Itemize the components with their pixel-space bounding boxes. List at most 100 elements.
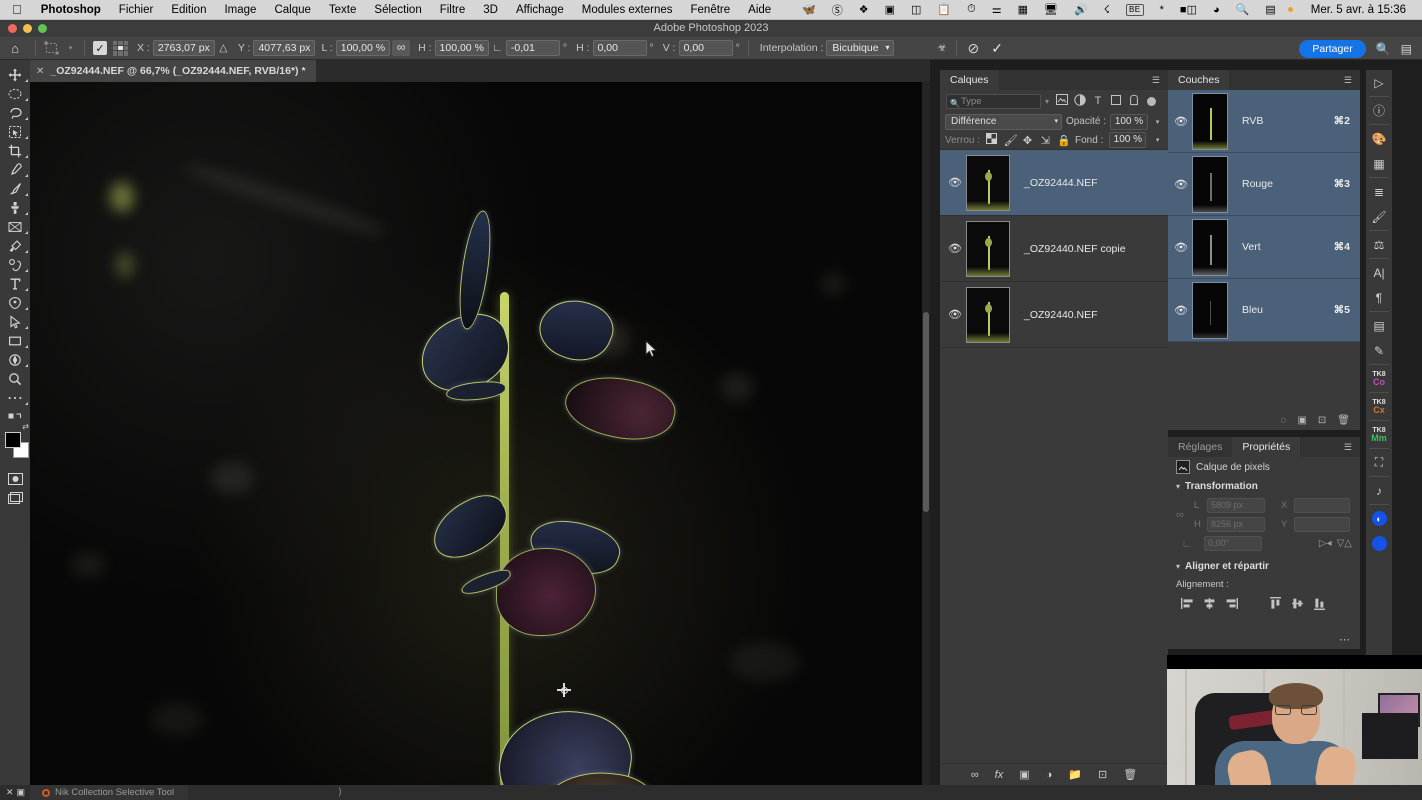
home-icon[interactable]: ⌂ xyxy=(0,41,30,56)
clipboard-sync-icon[interactable]: ◫ xyxy=(903,3,929,16)
lock-position-icon[interactable]: ✥ xyxy=(1022,134,1034,147)
layer-name[interactable]: _OZ92440.NEF xyxy=(1024,309,1098,321)
lock-artboard-icon[interactable]: ⇲ xyxy=(1039,134,1051,147)
transform-section-header[interactable]: ▾ Transformation xyxy=(1168,477,1360,496)
table-row[interactable]: 👁 _OZ92440.NEF copie xyxy=(940,216,1168,282)
link-chain-icon[interactable]: ∞ xyxy=(392,40,411,56)
share-button[interactable]: Partager xyxy=(1299,39,1366,58)
camera-raw-icon[interactable]: ⛶ xyxy=(1366,450,1392,475)
menu-item-texte[interactable]: Texte xyxy=(320,4,366,16)
document-canvas[interactable] xyxy=(30,82,930,785)
height-field[interactable]: 8256 px xyxy=(1207,517,1265,532)
menu-item-affichage[interactable]: Affichage xyxy=(507,4,573,16)
tab-couches[interactable]: Couches xyxy=(1168,70,1230,90)
y-field[interactable]: 4077,63 px xyxy=(253,40,316,56)
load-channel-as-selection-icon[interactable]: ◌ xyxy=(1281,415,1287,426)
notes-panel-icon[interactable]: ✎ xyxy=(1366,338,1392,363)
menu-item-modules-externes[interactable]: Modules externes xyxy=(573,4,682,16)
menu-item-photoshop[interactable]: Photoshop xyxy=(32,4,110,16)
rotate-view-tool[interactable] xyxy=(0,350,30,369)
filter-smart-icon[interactable] xyxy=(1125,94,1143,109)
history-panel-icon[interactable]: ◐ xyxy=(1366,506,1392,531)
flip-horizontal-icon[interactable]: ▷◂ xyxy=(1319,538,1332,549)
histogram-play-icon[interactable]: ▷ xyxy=(1366,70,1392,95)
gradient-tool[interactable] xyxy=(0,217,30,236)
canvas-vertical-scrollbar[interactable] xyxy=(922,82,930,785)
airplay-icon[interactable]: ☇ xyxy=(1096,3,1118,16)
brush-tool[interactable] xyxy=(0,179,30,198)
tool-preset-dropdown[interactable]: ▾ xyxy=(62,40,79,57)
filter-enable-toggle[interactable] xyxy=(1147,96,1156,106)
lock-all-icon[interactable]: 🔒 xyxy=(1057,134,1071,147)
panel-menu-icon[interactable]: ☰ xyxy=(1336,70,1360,90)
menu-item-image[interactable]: Image xyxy=(215,4,265,16)
filter-adjustment-icon[interactable] xyxy=(1071,93,1089,109)
screen-mode-icon[interactable] xyxy=(0,488,30,507)
move-tool[interactable] xyxy=(0,65,30,84)
new-group-icon[interactable]: 📁 xyxy=(1068,768,1082,781)
y-field[interactable] xyxy=(1294,517,1350,532)
table-row[interactable]: 👁 Vert ⌘4 xyxy=(1168,216,1360,279)
layer-visibility-icon[interactable]: 👁 xyxy=(944,242,966,255)
flip-vertical-icon[interactable]: ▽△ xyxy=(1337,538,1352,549)
panel-menu-icon[interactable]: ☰ xyxy=(1144,70,1168,90)
channel-visibility-icon[interactable]: 👁 xyxy=(1170,304,1192,317)
elliptical-marquee-tool[interactable] xyxy=(0,84,30,103)
align-horizontal-centers-icon[interactable] xyxy=(1198,595,1220,611)
constrain-proportions-icon[interactable]: ∞ xyxy=(1176,509,1188,521)
align-right-edges-icon[interactable] xyxy=(1220,595,1242,611)
display-icon[interactable]: 🖥 xyxy=(1036,3,1066,16)
clone-stamp-tool[interactable] xyxy=(0,198,30,217)
new-adjustment-layer-icon[interactable]: ◑ xyxy=(1046,769,1053,781)
timeline-panel-icon[interactable] xyxy=(1366,531,1392,556)
save-selection-as-channel-icon[interactable]: ▣ xyxy=(1297,415,1306,426)
swap-colors-icon[interactable]: ⇄ xyxy=(22,422,29,431)
tab-proprietes[interactable]: Propriétés xyxy=(1232,437,1301,457)
rectangle-tool[interactable] xyxy=(0,331,30,350)
new-layer-icon[interactable]: ⊡ xyxy=(1098,768,1107,781)
delete-channel-icon[interactable]: 🗑 xyxy=(1337,415,1350,426)
menu-item-selection[interactable]: Sélection xyxy=(365,4,430,16)
creative-cloud-icon[interactable]: Ⓢ xyxy=(824,2,851,18)
layer-style-fx-icon[interactable]: fx xyxy=(995,769,1004,781)
type-tool[interactable] xyxy=(0,274,30,293)
channel-visibility-icon[interactable]: 👁 xyxy=(1170,178,1192,191)
paragraph-panel-icon[interactable]: ¶ xyxy=(1366,285,1392,310)
eyedropper-tool[interactable] xyxy=(0,160,30,179)
reference-point-selector[interactable] xyxy=(110,40,131,57)
volume-icon[interactable]: 🔊 xyxy=(1066,3,1096,16)
width-field[interactable]: 100,00 % xyxy=(335,40,391,56)
align-bottom-edges-icon[interactable] xyxy=(1308,595,1330,611)
layer-visibility-icon[interactable]: 👁 xyxy=(944,176,966,189)
layout-icon[interactable]: ▦ xyxy=(1010,3,1036,16)
clipboard-icon[interactable]: 📋 xyxy=(929,3,959,16)
table-row[interactable]: 👁 Bleu ⌘5 xyxy=(1168,279,1360,342)
crop-tool[interactable] xyxy=(0,141,30,160)
color-panel-icon[interactable]: 🎨 xyxy=(1366,126,1392,151)
info-icon[interactable]: ⓘ xyxy=(1366,98,1392,123)
table-row[interactable]: 👁 _OZ92440.NEF xyxy=(940,282,1168,348)
align-vertical-centers-icon[interactable] xyxy=(1286,595,1308,611)
clock-icon[interactable]: ⏱ xyxy=(959,3,984,16)
table-row[interactable]: 👁 _OZ92444.NEF xyxy=(940,150,1168,216)
filter-shape-icon[interactable] xyxy=(1107,94,1125,109)
actions-panel-icon[interactable]: ♪ xyxy=(1366,478,1392,503)
layer-search-input[interactable]: 🔍 Type xyxy=(946,93,1041,109)
link-layers-icon[interactable]: ∞ xyxy=(971,769,979,781)
menubar-clock[interactable]: Mer. 5 avr. à 15:36 xyxy=(1301,4,1414,16)
clone-source-icon[interactable]: ⚖ xyxy=(1366,232,1392,257)
angle-field[interactable]: 0,00° xyxy=(1204,536,1262,551)
filter-image-icon[interactable] xyxy=(1053,94,1071,108)
layer-name[interactable]: _OZ92444.NEF xyxy=(1024,177,1098,189)
lasso-tool[interactable] xyxy=(0,103,30,122)
blend-mode-dropdown[interactable]: Différence xyxy=(945,113,1062,130)
plugin-status[interactable]: Nik Collection Selective Tool xyxy=(30,785,189,800)
blur-tool[interactable] xyxy=(0,236,30,255)
menu-item-fenetre[interactable]: Fenêtre xyxy=(682,4,740,16)
document-tab[interactable]: ✕ _OZ92444.NEF @ 66,7% (_OZ92444.NEF, RV… xyxy=(30,60,317,82)
expand-status-icon[interactable]: ⟩ xyxy=(338,787,342,798)
binoculars-icon[interactable]: ⚌ xyxy=(984,3,1010,16)
skew-h-field[interactable]: 0,00 xyxy=(592,40,647,56)
commit-transform-icon[interactable]: ✓ xyxy=(985,40,1009,57)
close-doc-icon[interactable]: ✕ xyxy=(6,787,14,798)
